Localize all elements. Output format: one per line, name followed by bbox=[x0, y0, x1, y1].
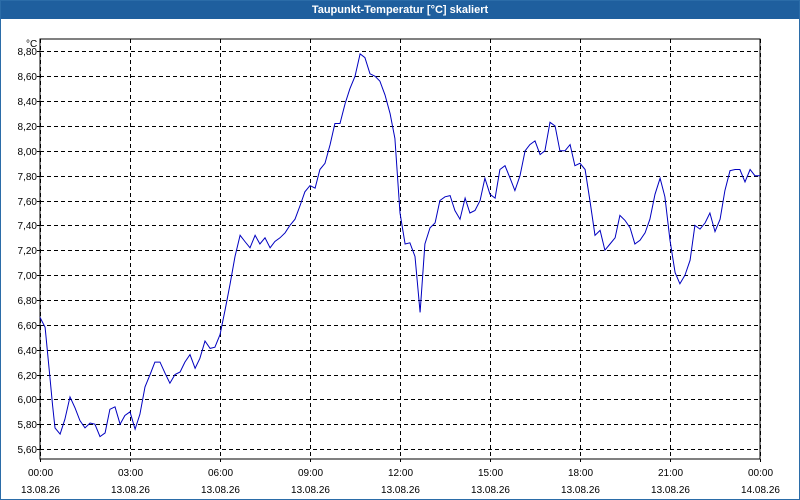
y-tick-label: 8,60 bbox=[18, 72, 38, 83]
x-tick-time-label: 06:00 bbox=[208, 468, 233, 479]
y-tick-label: 6,80 bbox=[18, 296, 38, 307]
x-tick-time-label: 15:00 bbox=[478, 468, 503, 479]
x-tick-time-label: 12:00 bbox=[388, 468, 413, 479]
y-tick-label: 6,00 bbox=[18, 395, 38, 406]
x-tick-date-label: 13.08.26 bbox=[471, 485, 510, 496]
x-tick-time-label: 00:00 bbox=[748, 468, 773, 479]
x-tick-time-label: 18:00 bbox=[568, 468, 593, 479]
y-tick-label: 6,60 bbox=[18, 321, 38, 332]
x-tick-date-label: 13.08.26 bbox=[201, 485, 240, 496]
x-tick-date-label: 13.08.26 bbox=[21, 485, 60, 496]
y-tick-label: 6,40 bbox=[18, 346, 38, 357]
x-tick-time-label: 21:00 bbox=[658, 468, 683, 479]
x-tick-time-label: 03:00 bbox=[118, 468, 143, 479]
x-tick-date-label: 13.08.26 bbox=[651, 485, 690, 496]
x-tick-date-label: 13.08.26 bbox=[381, 485, 420, 496]
x-tick-date-label: 13.08.26 bbox=[561, 485, 600, 496]
x-tick-time-label: 00:00 bbox=[28, 468, 53, 479]
x-tick-date-label: 13.08.26 bbox=[111, 485, 150, 496]
y-axis: 5,60 5,80 6,00 6,20 6,40 6,60 6,80 7,00 7,20 7,40… bbox=[18, 47, 40, 456]
y-tick-label: 7,00 bbox=[18, 271, 38, 282]
y-tick-label: 8,40 bbox=[18, 97, 38, 108]
y-tick-label: 6,20 bbox=[18, 371, 38, 382]
x-tick-date-label: 14.08.26 bbox=[741, 485, 780, 496]
y-tick-label: 7,80 bbox=[18, 172, 38, 183]
x-tick-date-label: 13.08.26 bbox=[291, 485, 330, 496]
y-tick-label: 8,00 bbox=[18, 147, 38, 158]
y-tick-label: 8,20 bbox=[18, 122, 38, 133]
y-axis-unit-label: °C bbox=[26, 39, 37, 50]
y-tick-label: 7,20 bbox=[18, 246, 38, 257]
y-tick-label: 7,60 bbox=[18, 197, 38, 208]
y-tick-label: 5,80 bbox=[18, 420, 38, 431]
y-tick-label: 5,60 bbox=[18, 445, 38, 456]
x-axis: 00:00 13.08.26 03:00 13.08.26 06:00 13.08.26 0… bbox=[21, 459, 780, 496]
y-tick-label: 7,40 bbox=[18, 221, 38, 232]
chart-area: 5,60 5,80 6,00 6,20 6,40 6,60 6,80 7,00 7,20 7,40… bbox=[18, 38, 780, 496]
x-tick-time-label: 09:00 bbox=[298, 468, 323, 479]
